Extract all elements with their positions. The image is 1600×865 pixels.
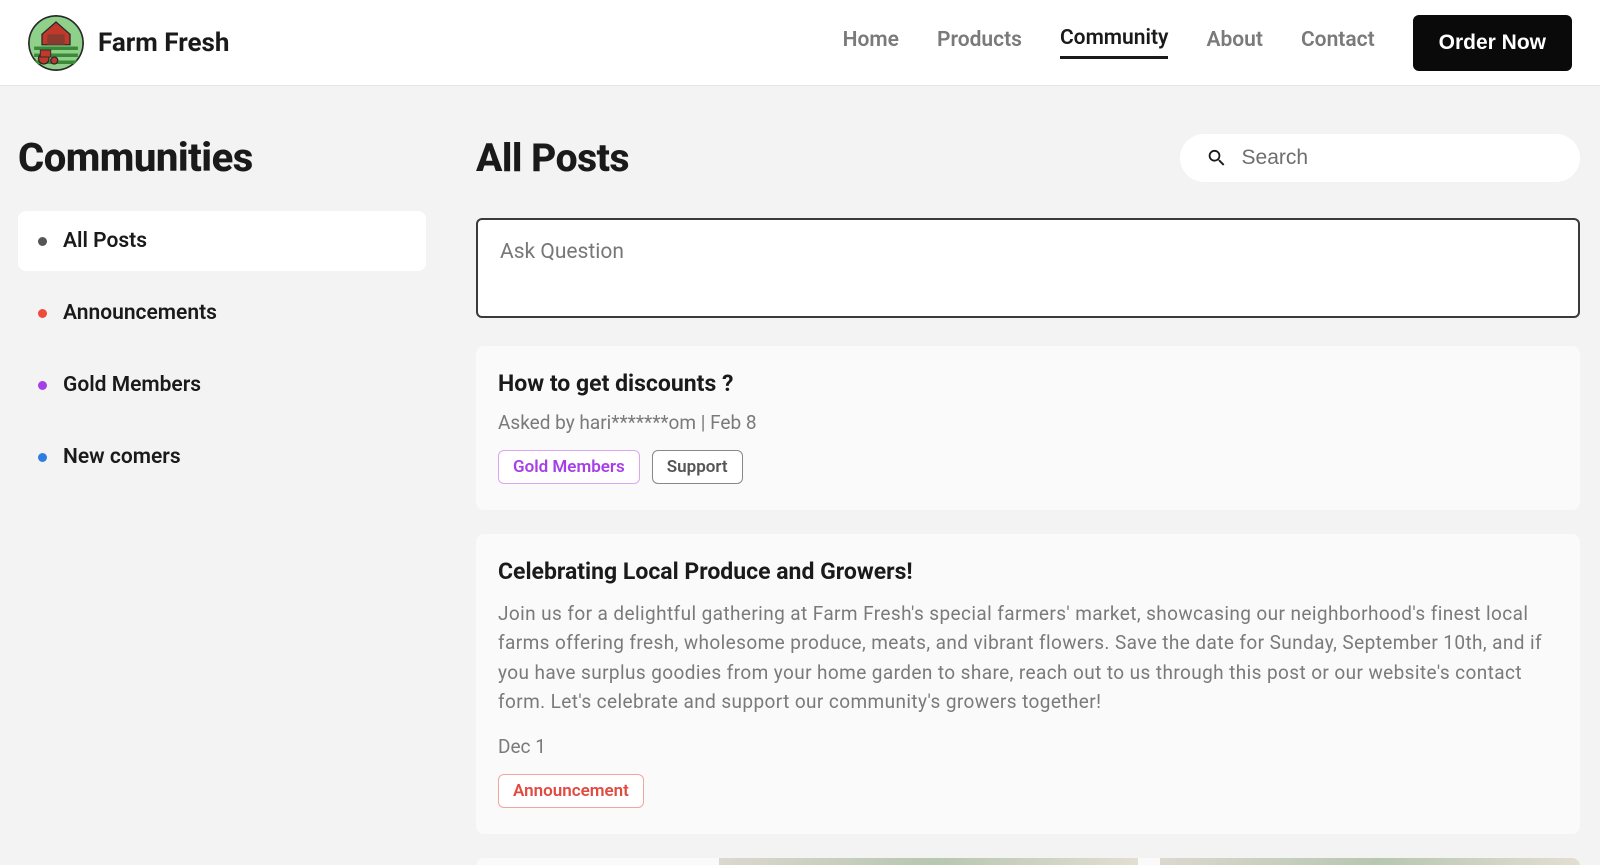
tag-support[interactable]: Support [652,450,743,484]
tag-announcement[interactable]: Announcement [498,774,644,808]
search-input[interactable] [1242,146,1554,170]
tag-gold-members[interactable]: Gold Members [498,450,640,484]
search-icon [1206,146,1228,170]
post-title: How to get discounts ? [498,370,1558,397]
post-card[interactable] [476,858,1580,865]
ask-question-input[interactable]: Ask Question [476,218,1580,318]
sidebar-item-announcements[interactable]: Announcements [18,283,426,343]
ask-question-placeholder: Ask Question [500,240,624,264]
sidebar-title: Communities [18,134,426,181]
post-thumbnail-icon [1160,858,1580,865]
main-content: All Posts Ask Question How to get discou… [476,134,1600,865]
sidebar-item-gold-members[interactable]: Gold Members [18,355,426,415]
brand-name: Farm Fresh [98,28,229,58]
nav-link-products[interactable]: Products [937,28,1022,58]
site-header: Farm Fresh Home Products Community About… [0,0,1600,86]
post-body: Join us for a delightful gathering at Fa… [498,599,1558,717]
dot-icon [38,381,47,390]
post-card[interactable]: Celebrating Local Produce and Growers! J… [476,534,1580,834]
order-now-button[interactable]: Order Now [1413,15,1572,71]
post-tags: Announcement [498,774,1558,808]
sidebar-item-label: Gold Members [63,373,201,397]
primary-nav: Home Products Community About Contact Or… [843,15,1572,71]
brand[interactable]: Farm Fresh [28,15,229,71]
dot-icon [38,453,47,462]
post-thumbnail-icon [719,858,1139,865]
nav-link-community[interactable]: Community [1060,26,1169,59]
nav-link-home[interactable]: Home [843,28,899,58]
nav-link-contact[interactable]: Contact [1301,28,1375,58]
search-box[interactable] [1180,134,1580,182]
sidebar-item-label: All Posts [63,229,147,253]
dot-icon [38,237,47,246]
nav-link-about[interactable]: About [1206,28,1263,58]
communities-sidebar: Communities All Posts Announcements Gold… [18,134,426,865]
post-title: Celebrating Local Produce and Growers! [498,558,1558,585]
post-tags: Gold Members Support [498,450,1558,484]
sidebar-item-label: New comers [63,445,181,469]
post-card[interactable]: How to get discounts ? Asked by hari****… [476,346,1580,510]
post-meta: Dec 1 [498,735,1558,758]
post-meta: Asked by hari*******om | Feb 8 [498,411,1558,434]
page-title: All Posts [476,135,629,181]
sidebar-item-label: Announcements [63,301,217,325]
dot-icon [38,309,47,318]
sidebar-item-new-comers[interactable]: New comers [18,427,426,487]
sidebar-item-all-posts[interactable]: All Posts [18,211,426,271]
brand-logo-icon [28,15,84,71]
